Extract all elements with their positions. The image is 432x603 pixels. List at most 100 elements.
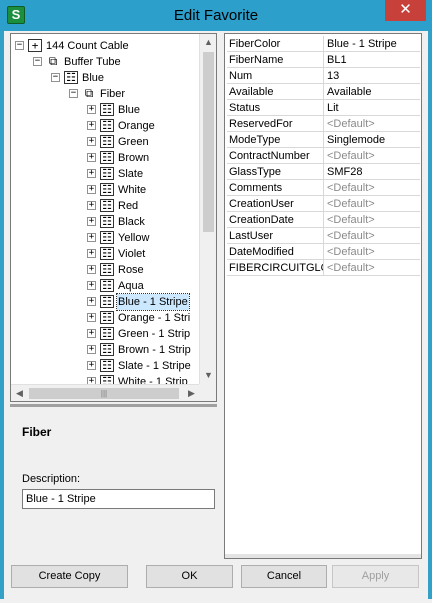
property-name[interactable]: CreationUser	[227, 196, 324, 212]
property-value[interactable]: SMF28	[325, 164, 420, 180]
tree-node[interactable]: + ☷ Blue	[11, 102, 200, 118]
expand-icon[interactable]: +	[87, 201, 96, 210]
property-value[interactable]: <Default>	[325, 212, 420, 228]
property-value[interactable]: <Default>	[325, 180, 420, 196]
node-label-fiber[interactable]: Blue - 1 Stripe	[116, 293, 190, 311]
tree-node[interactable]: + ☷ Slate - 1 Stripe	[11, 358, 200, 374]
property-value[interactable]: <Default>	[325, 196, 420, 212]
tree-node[interactable]: − ⧉ Buffer Tube	[11, 54, 200, 70]
property-row[interactable]: GlassType SMF28	[227, 164, 420, 180]
node-label-blue-tube[interactable]: Blue	[81, 70, 105, 86]
node-label-fiber[interactable]: Brown	[117, 150, 150, 166]
expand-icon[interactable]: +	[87, 329, 96, 338]
node-label-buffer-tube[interactable]: Buffer Tube	[63, 54, 122, 70]
property-name[interactable]: GlassType	[227, 164, 324, 180]
property-value[interactable]: <Default>	[325, 228, 420, 244]
node-label-fiber[interactable]: Yellow	[117, 230, 150, 246]
property-name[interactable]: Status	[227, 100, 324, 116]
node-label-fiber-group[interactable]: Fiber	[99, 86, 126, 102]
property-name[interactable]: Available	[227, 84, 324, 100]
property-row[interactable]: Comments <Default>	[227, 180, 420, 196]
property-value[interactable]: Available	[325, 84, 420, 100]
close-button[interactable]: ✕	[385, 0, 426, 21]
tree-node[interactable]: + ☷ Yellow	[11, 230, 200, 246]
property-value[interactable]: <Default>	[325, 260, 420, 276]
node-label-fiber[interactable]: Slate	[117, 166, 144, 182]
apply-button[interactable]: Apply	[332, 565, 419, 588]
property-name[interactable]: ContractNumber	[227, 148, 324, 164]
expand-icon[interactable]: +	[87, 217, 96, 226]
expand-icon[interactable]: +	[87, 137, 96, 146]
tree-node[interactable]: + ☷ Rose	[11, 262, 200, 278]
collapse-icon[interactable]: −	[69, 89, 78, 98]
property-name[interactable]: FiberColor	[227, 36, 324, 52]
property-grid[interactable]: FiberColor Blue - 1 Stripe FiberName BL1 Num…	[224, 33, 422, 559]
tree-node[interactable]: + ☷ Green	[11, 134, 200, 150]
tree-node[interactable]: + ☷ Brown	[11, 150, 200, 166]
tree-node[interactable]: + ☷ Brown - 1 Strip	[11, 342, 200, 358]
node-label-fiber[interactable]: Black	[117, 214, 146, 230]
tree-node[interactable]: + ☷ Orange	[11, 118, 200, 134]
property-value[interactable]: Blue - 1 Stripe	[325, 36, 420, 52]
property-name[interactable]: LastUser	[227, 228, 324, 244]
property-name[interactable]: FiberName	[227, 52, 324, 68]
tree-node[interactable]: − +144 Count Cable	[11, 38, 200, 54]
title-bar[interactable]: S Edit Favorite ✕	[0, 0, 432, 31]
node-label-fiber[interactable]: Green - 1 Strip	[117, 326, 191, 342]
property-name[interactable]: Num	[227, 68, 324, 84]
expand-icon[interactable]: +	[87, 105, 96, 114]
property-row[interactable]: ReservedFor <Default>	[227, 116, 420, 132]
property-value[interactable]: <Default>	[325, 116, 420, 132]
expand-icon[interactable]: +	[87, 345, 96, 354]
property-row[interactable]: Status Lit	[227, 100, 420, 116]
tree-node[interactable]: − ⧉ Fiber	[11, 86, 200, 102]
node-label-fiber[interactable]: Orange	[117, 118, 156, 134]
node-label-fiber[interactable]: Violet	[117, 246, 146, 262]
tree-node[interactable]: − ☷ Blue	[11, 70, 200, 86]
node-label-fiber[interactable]: White - 1 Strip	[117, 374, 189, 384]
expand-icon[interactable]: +	[87, 233, 96, 242]
tree-node[interactable]: + ☷ White - 1 Strip	[11, 374, 200, 384]
node-label-cable[interactable]: 144 Count Cable	[45, 38, 130, 54]
node-label-fiber[interactable]: Blue	[117, 102, 141, 118]
node-label-fiber[interactable]: White	[117, 182, 147, 198]
expand-icon[interactable]: +	[87, 265, 96, 274]
property-value[interactable]: Singlemode	[325, 132, 420, 148]
property-name[interactable]: FIBERCIRCUITGLO	[227, 260, 324, 276]
node-label-fiber[interactable]: Brown - 1 Strip	[117, 342, 192, 358]
tree-node[interactable]: + ☷ Green - 1 Strip	[11, 326, 200, 342]
tree-node[interactable]: + ☷ Aqua	[11, 278, 200, 294]
expand-icon[interactable]: +	[87, 377, 96, 384]
node-label-fiber[interactable]: Rose	[117, 262, 145, 278]
property-row[interactable]: Num 13	[227, 68, 420, 84]
scroll-up-arrow-icon[interactable]: ▲	[200, 34, 216, 51]
property-row[interactable]: FIBERCIRCUITGLO <Default>	[227, 260, 420, 276]
scroll-left-arrow-icon[interactable]: ◀	[11, 385, 28, 401]
tree-node[interactable]: + ☷ Orange - 1 Stri	[11, 310, 200, 326]
ok-button[interactable]: OK	[146, 565, 233, 588]
property-name[interactable]: ModeType	[227, 132, 324, 148]
expand-icon[interactable]: +	[87, 153, 96, 162]
property-value[interactable]: BL1	[325, 52, 420, 68]
property-value[interactable]: 13	[325, 68, 420, 84]
expand-icon[interactable]: +	[87, 313, 96, 322]
property-row[interactable]: ModeType Singlemode	[227, 132, 420, 148]
tree-node[interactable]: + ☷ Slate	[11, 166, 200, 182]
property-name[interactable]: Comments	[227, 180, 324, 196]
expand-icon[interactable]: +	[87, 281, 96, 290]
property-value[interactable]: Lit	[325, 100, 420, 116]
property-row[interactable]: ContractNumber <Default>	[227, 148, 420, 164]
expand-icon[interactable]: +	[87, 249, 96, 258]
node-label-fiber[interactable]: Green	[117, 134, 150, 150]
property-value[interactable]: <Default>	[325, 244, 420, 260]
node-label-fiber[interactable]: Red	[117, 198, 139, 214]
fiber-tree-view[interactable]: − +144 Count Cable − ⧉ Buffer Tube − ☷ Blue − ⧉ Fi…	[10, 33, 217, 402]
scroll-thumb[interactable]	[203, 52, 214, 232]
expand-icon[interactable]: +	[87, 185, 96, 194]
horizontal-scroll-thumb[interactable]: |||	[29, 388, 179, 399]
tree-node[interactable]: + ☷ Black	[11, 214, 200, 230]
property-row[interactable]: DateModified <Default>	[227, 244, 420, 260]
create-copy-button[interactable]: Create Copy	[11, 565, 128, 588]
property-value[interactable]: <Default>	[325, 148, 420, 164]
tree-node[interactable]: + ☷ Blue - 1 Stripe	[11, 293, 200, 311]
